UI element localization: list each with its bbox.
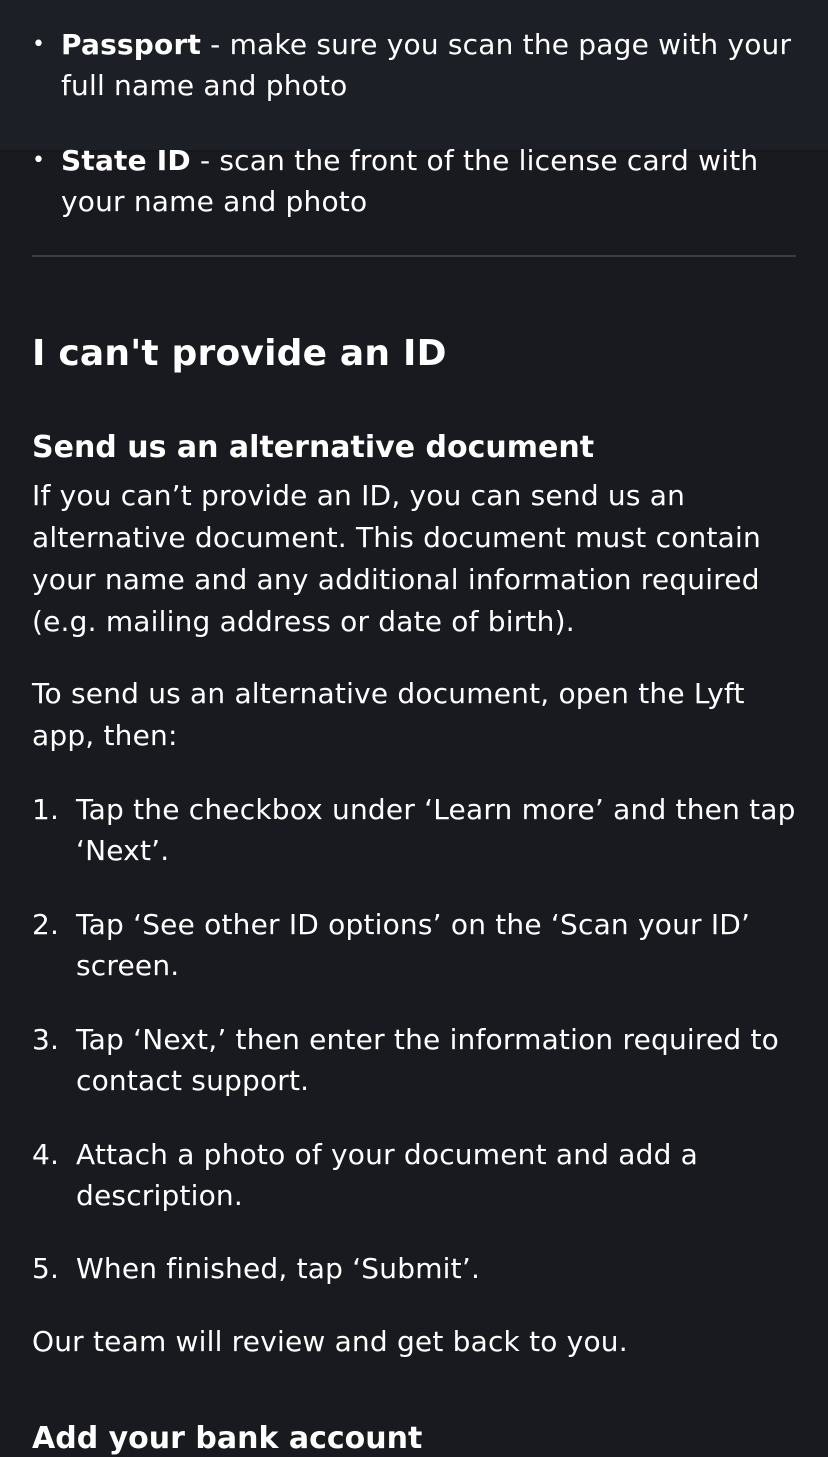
step-text: Tap ‘See other ID options’ on the ‘Scan … [76,908,751,982]
step-number: 2. [32,908,60,941]
step-number: 4. [32,1138,60,1171]
bank-account-heading: Add your bank account [32,1420,423,1456]
state-id-bullet-text: State ID - scan the front of the license… [61,140,796,222]
passport-label: Passport [61,28,202,61]
closing-message: Our team will review and get back to you… [32,1325,628,1358]
open-app-instruction: To send us an alternative document, open… [32,677,745,752]
instruction-step: 4. Attach a photo of your document and a… [32,1134,796,1216]
instruction-step: 2. Tap ‘See other ID options’ on the ‘Sc… [32,904,796,986]
step-text: When finished, tap ‘Submit’. [76,1252,481,1285]
passport-bullet-text: Passport - make sure you scan the page w… [61,24,796,106]
step-text: Tap ‘Next,’ then enter the information r… [76,1023,779,1097]
step-number: 1. [32,793,60,826]
bullet-dot-icon: • [32,32,46,57]
instruction-step: 3. Tap ‘Next,’ then enter the informatio… [32,1019,796,1101]
bullet-dot-icon: • [32,148,46,173]
section-heading: I can't provide an ID [32,333,447,375]
instruction-step: 5. When finished, tap ‘Submit’. [32,1248,796,1289]
alternative-document-subheading: Send us an alternative document [32,429,595,465]
step-number: 3. [32,1023,60,1056]
passport-bullet: • Passport - make sure you scan the page… [32,24,796,106]
state-id-bullet: • State ID - scan the front of the licen… [32,140,796,222]
step-number: 5. [32,1252,60,1285]
step-text: Tap the checkbox under ‘Learn more’ and … [76,793,796,867]
step-text: Attach a photo of your document and add … [76,1138,698,1212]
alternative-document-paragraph: If you can’t provide an ID, you can send… [32,479,761,638]
state-id-label: State ID [61,144,191,177]
instruction-step: 1. Tap the checkbox under ‘Learn more’ a… [32,789,796,871]
section-divider [32,255,796,257]
